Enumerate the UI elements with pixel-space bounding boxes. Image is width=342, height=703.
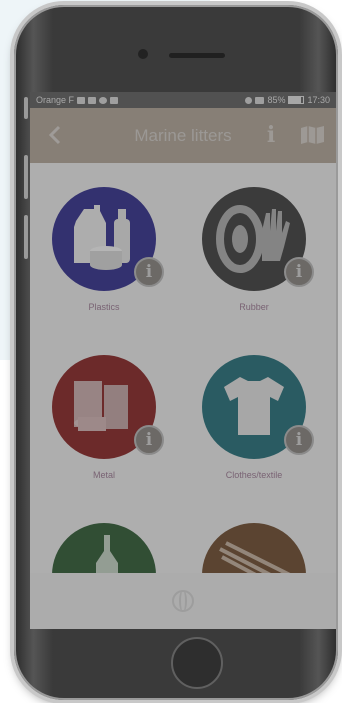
info-badge-icon[interactable]: i <box>284 257 314 287</box>
status-bar: Orange F 85% 17:30 <box>30 92 336 108</box>
front-camera <box>138 49 148 59</box>
phone-screen: Orange F 85% 17:30 Marine litters i i Pl… <box>30 92 336 629</box>
category-grid: i Plastics i Rubber i Metal i Clothes/te… <box>30 163 336 627</box>
clock: 17:30 <box>307 95 330 105</box>
mail-icon <box>77 96 86 104</box>
mute-switch <box>24 97 28 119</box>
category-label-metal: Metal <box>92 470 115 480</box>
category-label-rubber: Rubber <box>239 302 269 312</box>
home-button[interactable] <box>171 637 223 689</box>
messenger-icon <box>99 96 108 104</box>
globe-icon[interactable] <box>172 590 194 612</box>
info-badge-icon[interactable]: i <box>134 257 164 287</box>
category-label-clothes-textile: Clothes/textile <box>225 470 283 480</box>
chevron-left-icon[interactable] <box>44 123 68 147</box>
plastic-bottles-icon <box>74 205 130 270</box>
map-icon[interactable] <box>300 125 326 145</box>
notification-icon <box>88 96 97 104</box>
carrier-label: Orange F <box>36 95 75 105</box>
bottom-bar <box>30 573 336 629</box>
info-badge-icon[interactable]: i <box>134 425 164 455</box>
category-tile-plastics[interactable]: i Plastics <box>34 187 174 327</box>
info-button[interactable]: i <box>262 122 280 148</box>
signal-icon <box>255 96 265 104</box>
earpiece-speaker <box>169 53 225 58</box>
category-tile-clothes-textile[interactable]: i Clothes/textile <box>184 355 324 495</box>
category-tile-rubber[interactable]: i Rubber <box>184 187 324 327</box>
info-badge-icon[interactable]: i <box>284 425 314 455</box>
alarm-icon <box>245 96 253 104</box>
page-title: Marine litters <box>134 125 232 145</box>
category-tile-metal[interactable]: i Metal <box>34 355 174 495</box>
tire-glove-icon <box>216 205 290 273</box>
volume-up-button <box>24 155 28 199</box>
tshirt-icon <box>224 377 284 435</box>
cans-icon <box>74 381 128 431</box>
volume-down-button <box>24 215 28 259</box>
category-label-plastics: Plastics <box>88 302 120 312</box>
facebook-icon <box>110 96 119 104</box>
battery-percent: 85% <box>267 95 286 105</box>
battery-icon <box>288 96 305 104</box>
app-bar: Marine litters i <box>30 108 336 163</box>
